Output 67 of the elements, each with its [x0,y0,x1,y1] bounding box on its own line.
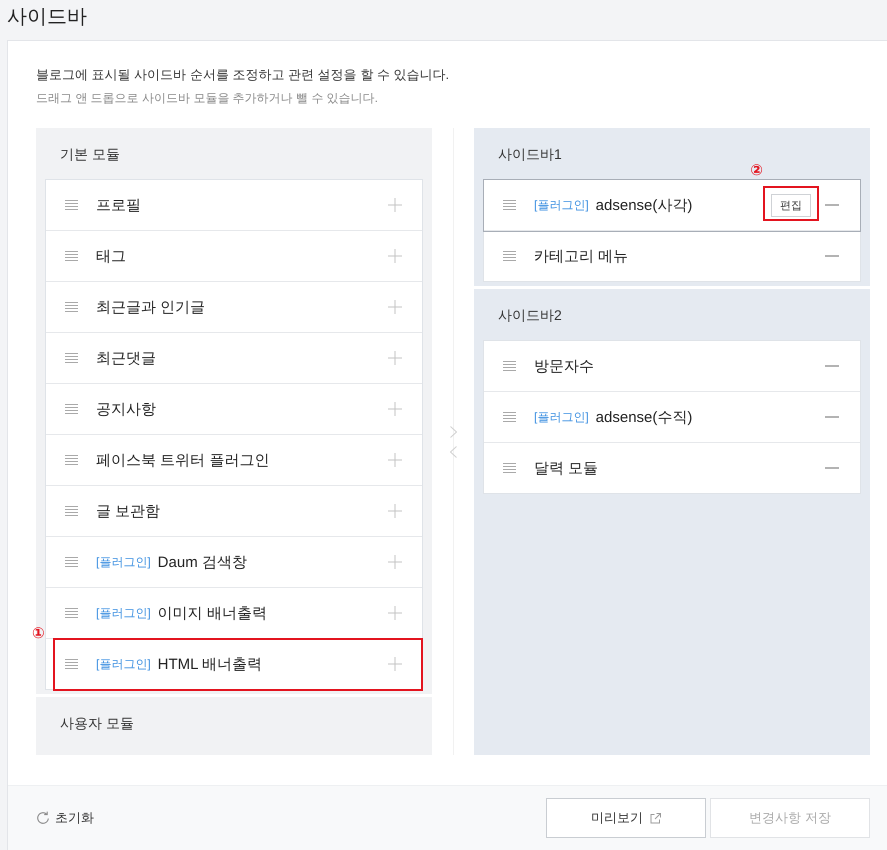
module-name: 태그 [96,246,126,266]
drag-handle-icon[interactable] [65,302,78,312]
plus-icon[interactable] [388,606,402,620]
hint-text: 드래그 앤 드롭으로 사이드바 모듈을 추가하거나 뺄 수 있습니다. [36,90,378,107]
module-name: 최근글과 인기글 [96,298,206,316]
minus-icon[interactable] [825,204,839,206]
module-name: HTML 배너출력 [158,654,262,674]
chevron-right-icon[interactable] [450,426,456,438]
drag-handle-icon[interactable] [65,608,78,618]
plugin-tag: [플러그인] [534,196,589,214]
module-name: 프로필 [96,196,141,214]
external-link-icon [650,812,661,824]
drag-handle-icon[interactable] [503,412,516,422]
plus-icon[interactable] [388,402,402,416]
drag-handle-icon[interactable] [503,251,516,261]
module-name: 달력 모듈 [534,458,598,478]
minus-icon[interactable] [825,416,839,418]
drag-handle-icon[interactable] [65,557,78,567]
minus-icon[interactable] [825,255,839,257]
intro-text: 블로그에 표시될 사이드바 순서를 조정하고 관련 설정을 할 수 있습니다. [36,66,450,84]
plus-icon[interactable] [388,198,402,212]
plugin-tag: [플러그인] [96,554,151,570]
plugin-tag: [플러그인] [96,656,151,672]
drag-handle-icon[interactable] [503,200,516,210]
module-name: 이미지 배너출력 [158,604,267,622]
module-name: 페이스북 트위터 플러그인 [96,450,270,470]
module-name: 글 보관함 [96,502,160,520]
module-name: 최근댓글 [96,348,156,368]
drag-handle-icon[interactable] [65,251,78,261]
callout-number: ② [750,163,763,178]
refresh-icon [36,811,50,825]
module-name: adsense(수직) [596,408,692,426]
plugin-tag: [플러그인] [534,408,589,426]
plus-icon[interactable] [388,351,402,365]
module-name: Daum 검색창 [158,552,247,572]
group-title: 사이드바2 [498,306,562,324]
edit-button[interactable]: 편집 [771,194,811,216]
drag-handle-icon[interactable] [503,361,516,371]
drag-handle-icon[interactable] [65,455,78,465]
plus-icon[interactable] [388,657,402,671]
callout-number: ① [32,626,45,641]
module-name: 방문자수 [534,356,594,376]
reset-button[interactable]: 초기화 [36,809,94,827]
plus-icon[interactable] [388,555,402,569]
plus-icon[interactable] [388,453,402,467]
preview-button[interactable]: 미리보기 [546,798,706,838]
group-title: 사이드바1 [498,144,562,164]
plus-icon[interactable] [388,249,402,263]
module-name: 카테고리 메뉴 [534,246,628,266]
annotation-frame [763,186,819,221]
drag-handle-icon[interactable] [65,200,78,210]
drag-handle-icon[interactable] [503,463,516,473]
module-name: 공지사항 [96,400,156,418]
plus-icon[interactable] [388,504,402,518]
plus-icon[interactable] [388,300,402,314]
minus-icon[interactable] [825,467,839,469]
drag-handle-icon[interactable] [65,353,78,363]
group-title: 기본 모듈 [60,144,120,164]
drag-handle-icon[interactable] [65,404,78,414]
plugin-tag: [플러그인] [96,604,151,622]
group-title: 사용자 모듈 [60,714,134,732]
page-title: 사이드바 [7,5,87,30]
module-name: adsense(사각) [596,196,692,214]
drag-handle-icon[interactable] [65,506,78,516]
minus-icon[interactable] [825,365,839,367]
drag-handle-icon[interactable] [65,659,78,669]
chevron-left-icon[interactable] [450,446,456,458]
